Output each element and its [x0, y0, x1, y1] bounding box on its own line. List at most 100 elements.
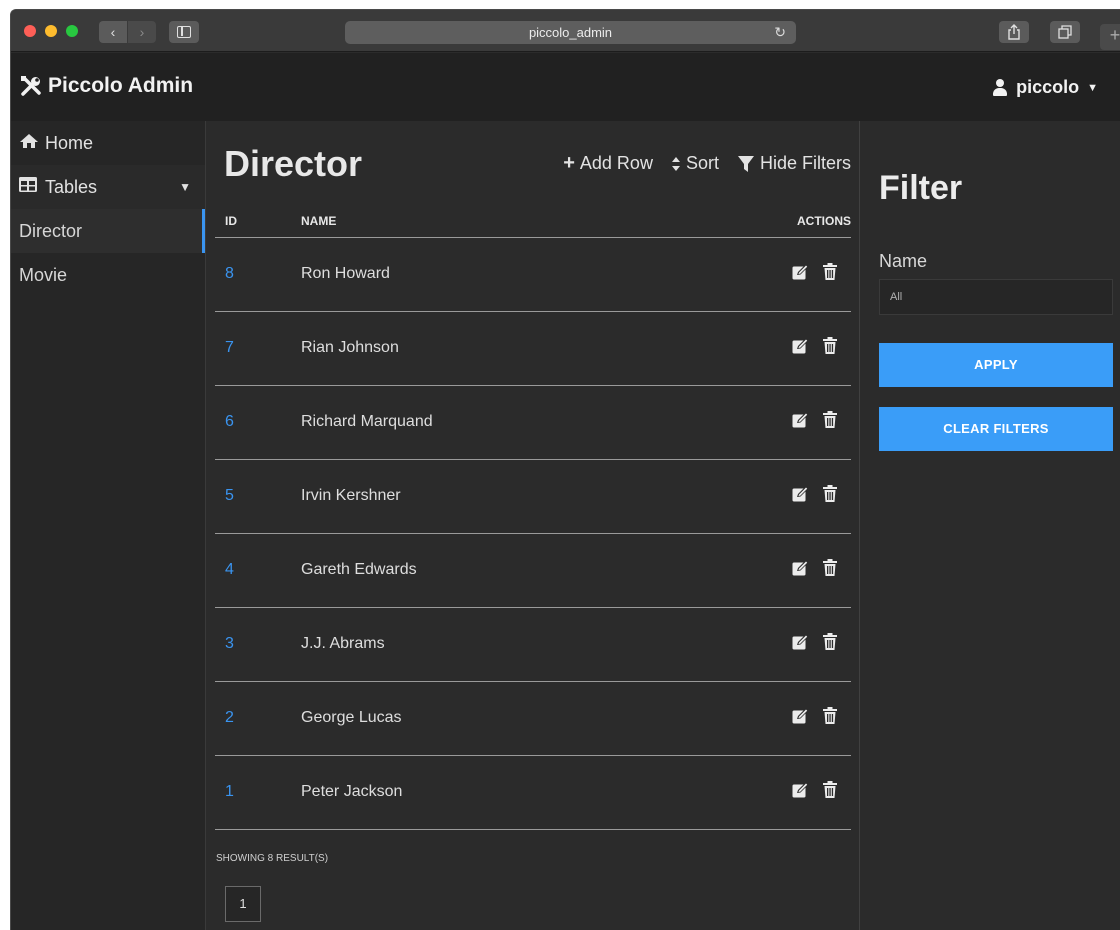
share-icon — [1008, 24, 1020, 40]
table-toolbar: + Add Row Sort Hide Filters — [563, 152, 851, 175]
page-title: Director — [224, 143, 363, 184]
row-actions — [654, 237, 851, 312]
chevron-right-icon: › — [139, 24, 145, 40]
chevron-left-icon: ‹ — [110, 24, 116, 40]
trash-icon[interactable] — [823, 411, 837, 433]
column-header-actions: ACTIONS — [654, 205, 851, 238]
row-name: Ron Howard — [301, 237, 655, 312]
main-content: Director + Add Row Sort Hide Filters ID … — [215, 121, 851, 930]
forward-button[interactable]: › — [128, 21, 156, 43]
new-tab-button[interactable]: + — [1100, 24, 1120, 50]
edit-icon[interactable] — [792, 634, 809, 655]
sort-button[interactable]: Sort — [671, 152, 719, 175]
row-name: George Lucas — [301, 681, 655, 756]
trash-icon[interactable] — [823, 633, 837, 655]
row-actions — [654, 607, 851, 682]
filter-title: Filter — [879, 169, 963, 207]
zoom-window-button[interactable] — [66, 25, 78, 37]
back-button[interactable]: ‹ — [99, 21, 127, 43]
table-row: 3 J.J. Abrams — [215, 607, 851, 682]
plus-icon: + — [1109, 25, 1120, 45]
row-id-link[interactable]: 8 — [215, 237, 301, 312]
edit-icon[interactable] — [792, 486, 809, 507]
user-icon — [992, 78, 1008, 97]
trash-icon[interactable] — [823, 485, 837, 507]
row-id-link[interactable]: 3 — [215, 607, 301, 682]
edit-icon[interactable] — [792, 782, 809, 803]
brand[interactable]: Piccolo Admin — [20, 74, 193, 98]
tools-icon — [21, 76, 41, 96]
row-id-link[interactable]: 4 — [215, 533, 301, 608]
row-name: Irvin Kershner — [301, 459, 655, 534]
row-actions — [654, 681, 851, 756]
sidebar-item-home[interactable]: Home — [11, 121, 205, 165]
row-name: Peter Jackson — [301, 755, 655, 830]
table-row: 1 Peter Jackson — [215, 755, 851, 830]
row-id-link[interactable]: 1 — [215, 755, 301, 830]
user-menu[interactable]: piccolo ▼ — [992, 77, 1098, 98]
trash-icon[interactable] — [823, 559, 837, 581]
edit-icon[interactable] — [792, 264, 809, 285]
filter-panel: Filter Name All APPLY CLEAR FILTERS — [859, 121, 1120, 930]
minimize-window-button[interactable] — [45, 25, 57, 37]
sidebar-item-director[interactable]: Director — [11, 209, 205, 253]
edit-icon[interactable] — [792, 338, 809, 359]
table-row: 5 Irvin Kershner — [215, 459, 851, 534]
app-header: Piccolo Admin piccolo ▼ — [11, 53, 1120, 121]
row-id-link[interactable]: 7 — [215, 311, 301, 386]
sidebar-item-tables[interactable]: Tables ▼ — [11, 165, 205, 209]
table-row: 6 Richard Marquand — [215, 385, 851, 460]
sort-label: Sort — [685, 153, 719, 173]
table-row: 7 Rian Johnson — [215, 311, 851, 386]
table-row: 2 George Lucas — [215, 681, 851, 756]
add-row-label: Add Row — [579, 153, 653, 173]
results-count: SHOWING 8 RESULT(S) — [216, 853, 329, 864]
table-row: 4 Gareth Edwards — [215, 533, 851, 608]
chevron-down-icon: ▼ — [1087, 81, 1098, 94]
trash-icon[interactable] — [823, 263, 837, 285]
sidebar-item-label: Tables — [45, 176, 98, 197]
row-id-link[interactable]: 2 — [215, 681, 301, 756]
plus-icon: + — [563, 152, 575, 174]
trash-icon[interactable] — [823, 707, 837, 729]
close-window-button[interactable] — [24, 25, 36, 37]
sidebar-item-label: Movie — [19, 264, 68, 285]
trash-icon[interactable] — [823, 337, 837, 359]
row-id-link[interactable]: 5 — [215, 459, 301, 534]
share-button[interactable] — [999, 21, 1029, 43]
sort-icon — [671, 156, 680, 171]
row-name: J.J. Abrams — [301, 607, 655, 682]
column-header-id[interactable]: ID — [215, 205, 301, 238]
home-icon — [19, 133, 41, 154]
pagination-page-button[interactable]: 1 — [225, 886, 261, 922]
address-bar[interactable]: piccolo_admin ↻ — [345, 21, 796, 44]
edit-icon[interactable] — [792, 708, 809, 729]
row-actions — [654, 755, 851, 830]
table-header-row: ID NAME ACTIONS — [215, 205, 851, 238]
clear-filters-button[interactable]: CLEAR FILTERS — [879, 407, 1113, 451]
sidebar-toggle-button[interactable] — [169, 21, 199, 43]
edit-icon[interactable] — [792, 560, 809, 581]
row-actions — [654, 385, 851, 460]
chevron-down-icon: ▼ — [179, 180, 191, 194]
show-tabs-button[interactable] — [1050, 21, 1080, 43]
brand-name: Piccolo Admin — [48, 74, 194, 97]
sidebar-item-movie[interactable]: Movie — [11, 253, 205, 297]
tabs-icon — [1058, 25, 1072, 39]
reload-icon[interactable]: ↻ — [774, 21, 786, 44]
sidebar-item-label: Home — [45, 132, 94, 153]
browser-window: ‹ › piccolo_admin ↻ + Piccolo Admin picc… — [10, 9, 1120, 930]
row-actions — [654, 533, 851, 608]
column-header-name[interactable]: NAME — [301, 205, 655, 238]
filter-icon — [737, 155, 754, 172]
edit-icon[interactable] — [792, 412, 809, 433]
apply-button[interactable]: APPLY — [879, 343, 1113, 387]
row-actions — [654, 459, 851, 534]
row-actions — [654, 311, 851, 386]
hide-filters-button[interactable]: Hide Filters — [737, 152, 851, 175]
row-name: Richard Marquand — [301, 385, 655, 460]
row-id-link[interactable]: 6 — [215, 385, 301, 460]
add-row-button[interactable]: + Add Row — [563, 152, 653, 175]
name-filter-select[interactable]: All — [879, 279, 1113, 315]
trash-icon[interactable] — [823, 781, 837, 803]
